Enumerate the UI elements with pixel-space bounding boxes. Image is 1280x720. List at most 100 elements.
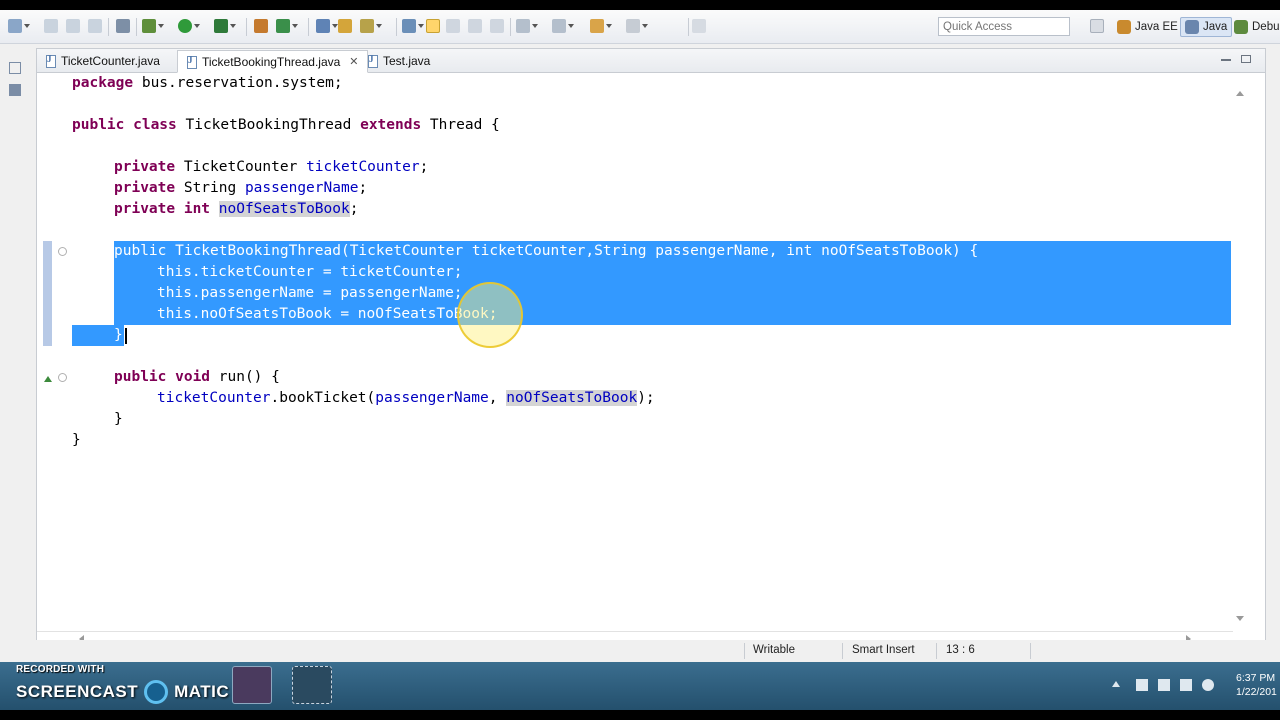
toolbar-separator [510, 18, 511, 36]
new-java-project-icon[interactable] [254, 19, 268, 33]
open-folder-icon[interactable] [338, 19, 352, 33]
code-line: this.passengerName = passengerName; [37, 283, 1231, 304]
clock-time: 6:37 PM [1236, 672, 1276, 684]
code-line: package bus.reservation.system; [37, 73, 1231, 94]
restore-view-icon[interactable] [9, 62, 21, 74]
code-text: run() { [210, 369, 280, 385]
type-name: String [175, 180, 245, 196]
mark-occurrences-icon[interactable] [426, 19, 440, 33]
search-icon[interactable] [360, 19, 382, 33]
code-line: } [37, 409, 1231, 430]
tab-label: TicketBookingThread.java [202, 54, 341, 69]
toolbar-separator [136, 18, 137, 36]
tab-test[interactable]: Test.java [359, 50, 438, 72]
field-name: noOfSeatsToBook [218, 201, 350, 217]
code-text: Thread { [421, 117, 500, 133]
taskbar-clock[interactable]: 6:37 PM 1/22/201 [1236, 671, 1277, 699]
code-line: this.noOfSeatsToBook = noOfSeatsToBook; [37, 304, 1231, 325]
back-icon[interactable] [590, 19, 612, 33]
fold-collapse-icon[interactable] [58, 373, 67, 382]
java-file-icon [45, 54, 56, 68]
next-annotation-icon[interactable] [516, 19, 538, 33]
editor-pane: TicketCounter.java TicketBookingThread.j… [36, 48, 1266, 646]
toggle-annotation-icon[interactable] [402, 19, 424, 33]
keyword: public void [114, 369, 211, 385]
close-icon[interactable]: ✕ [349, 55, 358, 68]
perspective-java-ee[interactable]: Java EE [1113, 17, 1182, 37]
toolbar-separator [246, 18, 247, 36]
previous-annotation-icon[interactable] [552, 19, 574, 33]
keyword: extends [360, 117, 422, 133]
skip-breakpoints-icon[interactable] [116, 19, 130, 33]
eclipse-taskbar-icon[interactable] [232, 666, 272, 704]
code-text: this.ticketCounter = ticketCounter; [157, 264, 463, 280]
code-text: this.noOfSeatsToBook = noOfSeatsToBook; [157, 306, 498, 322]
tab-ticketcounter[interactable]: TicketCounter.java [37, 50, 168, 72]
run-icon[interactable] [178, 19, 200, 33]
code-text: ; [419, 159, 429, 175]
toolbar-separator [688, 18, 689, 36]
forward-icon[interactable] [626, 19, 648, 33]
code-text: } [72, 432, 81, 448]
package-explorer-icon[interactable] [9, 84, 21, 96]
tab-label: Test.java [383, 54, 431, 68]
code-text: ; [349, 201, 359, 217]
open-type-icon[interactable] [316, 19, 338, 33]
screencast-watermark: SCREENCAST MATIC [16, 680, 229, 704]
new-class-icon[interactable] [276, 19, 298, 33]
mouse-highlight [457, 282, 523, 348]
power-icon[interactable] [1180, 679, 1192, 691]
code-line: ticketCounter.bookTicket(passengerName, … [37, 388, 1231, 409]
save-icon[interactable] [44, 19, 58, 33]
show-whitespace-icon[interactable] [490, 19, 504, 33]
editor-tab-bar: TicketCounter.java TicketBookingThread.j… [37, 49, 1265, 73]
quick-access-input[interactable] [938, 17, 1070, 36]
perspective-java[interactable]: Java [1180, 17, 1233, 37]
class-name: TicketBookingThread [176, 117, 361, 133]
fold-collapse-icon[interactable] [58, 247, 67, 256]
toolbar-separator [396, 18, 397, 36]
show-hidden-icons-icon[interactable] [1112, 677, 1120, 687]
vertical-scrollbar[interactable] [1233, 83, 1247, 629]
keyword: private [114, 180, 176, 196]
code-text: ); [637, 390, 655, 406]
network-icon[interactable] [1158, 679, 1170, 691]
perspective-debug[interactable]: Debu [1230, 17, 1280, 37]
volume-icon[interactable] [1202, 679, 1214, 691]
left-trim-stack [0, 44, 30, 654]
keyword: package [72, 75, 134, 91]
coverage-icon[interactable] [214, 19, 236, 33]
screencast-taskbar-icon[interactable] [292, 666, 332, 704]
java-file-icon [186, 55, 197, 69]
field-name: passengerName [244, 180, 359, 196]
word-wrap-icon[interactable] [446, 19, 460, 33]
watermark-text: SCREENCAST [16, 682, 139, 701]
tab-ticketbookingthread[interactable]: TicketBookingThread.java ✕ [177, 50, 368, 73]
pin-editor-icon[interactable] [692, 19, 706, 33]
code-line: public TicketBookingThread(TicketCounter… [37, 241, 1231, 262]
minimize-icon[interactable] [1221, 55, 1231, 61]
code-line: this.ticketCounter = ticketCounter; [37, 262, 1231, 283]
perspective-label: Java [1203, 21, 1228, 33]
override-marker-icon [44, 372, 52, 382]
print-icon[interactable] [88, 19, 102, 33]
insert-mode-status: Smart Insert [852, 644, 915, 656]
save-all-icon[interactable] [66, 19, 80, 33]
code-text: this.passengerName = passengerName; [157, 285, 463, 301]
watermark-caption: RECORDED WITH [16, 664, 105, 675]
clock-date: 1/22/201 [1236, 686, 1277, 698]
java-perspective-icon [1185, 20, 1199, 34]
scroll-down-icon[interactable] [1236, 616, 1244, 625]
block-selection-icon[interactable] [468, 19, 482, 33]
code-text: .bookTicket( [270, 390, 376, 406]
eclipse-window: Java EE Java Debu TicketCounter.java Tic… [0, 10, 1280, 662]
status-separator [936, 643, 937, 659]
scroll-up-icon[interactable] [1236, 87, 1244, 96]
open-perspective-icon[interactable] [1090, 19, 1104, 33]
code-editor[interactable]: package bus.reservation.system; public c… [37, 73, 1231, 631]
flag-icon[interactable] [1136, 679, 1148, 691]
debug-icon[interactable] [142, 19, 164, 33]
type-name: TicketCounter [175, 159, 307, 175]
maximize-icon[interactable] [1241, 55, 1251, 63]
new-icon[interactable] [8, 19, 30, 33]
